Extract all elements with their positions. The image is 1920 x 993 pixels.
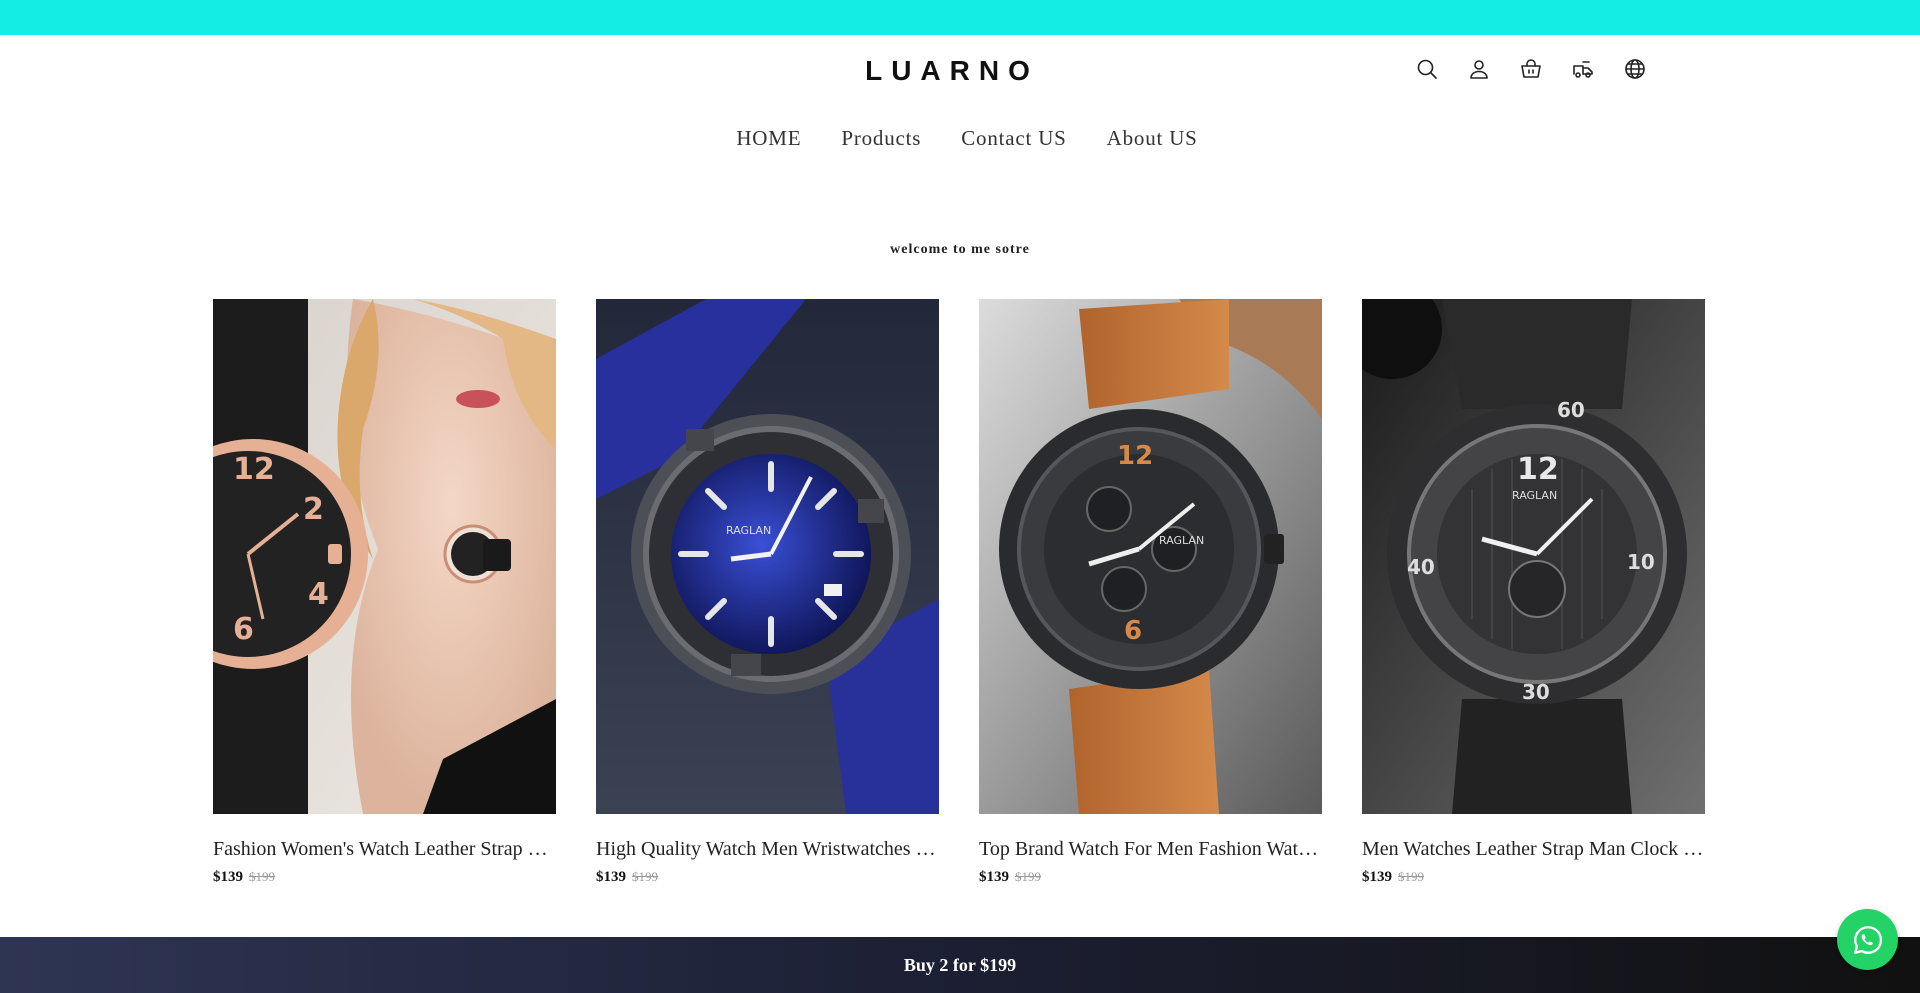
site-header: LUARNO (0, 35, 1920, 105)
svg-text:60: 60 (1557, 398, 1585, 422)
svg-text:6: 6 (233, 612, 254, 647)
svg-text:RAGLAN: RAGLAN (726, 524, 771, 537)
price-row: $139 $199 (596, 869, 939, 886)
nav-item-contact[interactable]: Contact US (961, 126, 1066, 151)
product-image[interactable]: 12 2 4 6 (213, 299, 556, 814)
svg-text:6: 6 (1124, 616, 1142, 646)
product-price: $139 (1362, 869, 1392, 885)
product-title[interactable]: Top Brand Watch For Men Fashion Watches … (979, 838, 1322, 861)
svg-text:4: 4 (308, 577, 329, 612)
order-tracking-icon[interactable] (1570, 56, 1596, 82)
product-price: $139 (213, 869, 243, 885)
cart-icon[interactable] (1518, 56, 1544, 82)
svg-text:30: 30 (1522, 680, 1550, 704)
price-row: $139 $199 (1362, 869, 1705, 886)
language-icon[interactable] (1622, 56, 1648, 82)
promo-bar[interactable]: Buy 2 for $199 (0, 937, 1920, 993)
svg-text:10: 10 (1627, 550, 1655, 574)
product-grid: 12 2 4 6 Fashion Women's Watch Leather S… (213, 299, 1705, 886)
main-nav: HOME Products Contact US About US (0, 126, 1920, 151)
account-icon[interactable] (1466, 56, 1492, 82)
product-card[interactable]: 12 2 4 6 Fashion Women's Watch Leather S… (213, 299, 556, 886)
header-icons (1414, 56, 1648, 82)
compare-price: $199 (249, 869, 275, 884)
whatsapp-icon (1853, 925, 1882, 954)
price-row: $139 $199 (979, 869, 1322, 886)
nav-item-about[interactable]: About US (1107, 126, 1198, 151)
compare-price: $199 (1015, 869, 1041, 884)
product-price: $139 (596, 869, 626, 885)
compare-price: $199 (1398, 869, 1424, 884)
search-icon[interactable] (1414, 56, 1440, 82)
nav-item-products[interactable]: Products (841, 126, 921, 151)
product-title[interactable]: Fashion Women's Watch Leather Strap Quar… (213, 838, 556, 861)
svg-text:12: 12 (1517, 452, 1559, 487)
svg-text:RAGLAN: RAGLAN (1159, 534, 1204, 547)
nav-item-home[interactable]: HOME (736, 126, 801, 151)
product-card[interactable]: RAGLAN High Quality Watch Men Wristwatch… (596, 299, 939, 886)
product-card[interactable]: 12 RAGLAN 60 30 10 40 Men Watches Leathe… (1362, 299, 1705, 886)
price-row: $139 $199 (213, 869, 556, 886)
product-title[interactable]: Men Watches Leather Strap Man Clock Spor… (1362, 838, 1705, 861)
svg-text:2: 2 (303, 492, 324, 527)
svg-text:RAGLAN: RAGLAN (1512, 489, 1557, 502)
product-image[interactable]: 12 RAGLAN 60 30 10 40 (1362, 299, 1705, 814)
compare-price: $199 (632, 869, 658, 884)
product-image[interactable]: RAGLAN (596, 299, 939, 814)
announcement-bar (0, 0, 1920, 35)
brand-logo[interactable]: LUARNO (852, 57, 1052, 85)
whatsapp-button[interactable] (1837, 909, 1898, 970)
product-title[interactable]: High Quality Watch Men Wristwatches Quar… (596, 838, 939, 861)
product-image[interactable]: 12 6 RAGLAN (979, 299, 1322, 814)
svg-text:12: 12 (1117, 441, 1153, 471)
product-price: $139 (979, 869, 1009, 885)
svg-text:40: 40 (1407, 555, 1435, 579)
welcome-heading: welcome to me sotre (890, 242, 1030, 257)
product-card[interactable]: 12 6 RAGLAN Top Brand Watch For Men Fash… (979, 299, 1322, 886)
svg-text:12: 12 (233, 452, 275, 487)
